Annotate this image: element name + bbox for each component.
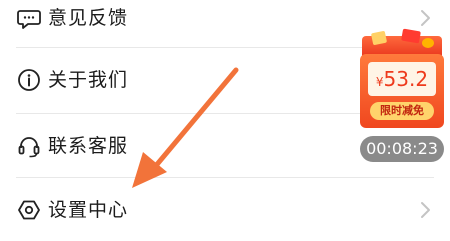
promo-card[interactable]: ¥53.2 限时减免 xyxy=(360,54,444,128)
currency-symbol: ¥ xyxy=(375,75,384,89)
info-circle-icon xyxy=(16,67,42,93)
price-amount: 53.2 xyxy=(383,67,429,91)
menu-item-label: 意见反馈 xyxy=(48,7,129,29)
headset-icon xyxy=(16,133,42,159)
countdown-timer: 00:08:23 xyxy=(360,136,444,162)
coin-decoration xyxy=(422,38,434,48)
menu-item-label: 关于我们 xyxy=(48,69,129,91)
settings-screen: 意见反馈 关于我们 联系客服 设置中心 ¥53.2 限时减免 00:08:23 xyxy=(0,0,450,241)
promo-widget[interactable]: ¥53.2 限时减免 00:08:23 xyxy=(360,28,446,166)
promo-tag: 限时减免 xyxy=(370,102,434,120)
chevron-right-icon xyxy=(417,5,435,31)
gift-decoration xyxy=(401,28,421,44)
menu-item-settings[interactable]: 设置中心 xyxy=(0,178,450,241)
menu-item-label: 设置中心 xyxy=(48,199,129,221)
menu-item-label: 联系客服 xyxy=(48,135,129,157)
hexagon-settings-icon xyxy=(16,197,42,223)
gift-decoration xyxy=(370,30,388,46)
chat-bubble-icon xyxy=(16,5,42,31)
chevron-right-icon xyxy=(417,197,435,223)
promo-price: ¥53.2 xyxy=(368,62,436,96)
